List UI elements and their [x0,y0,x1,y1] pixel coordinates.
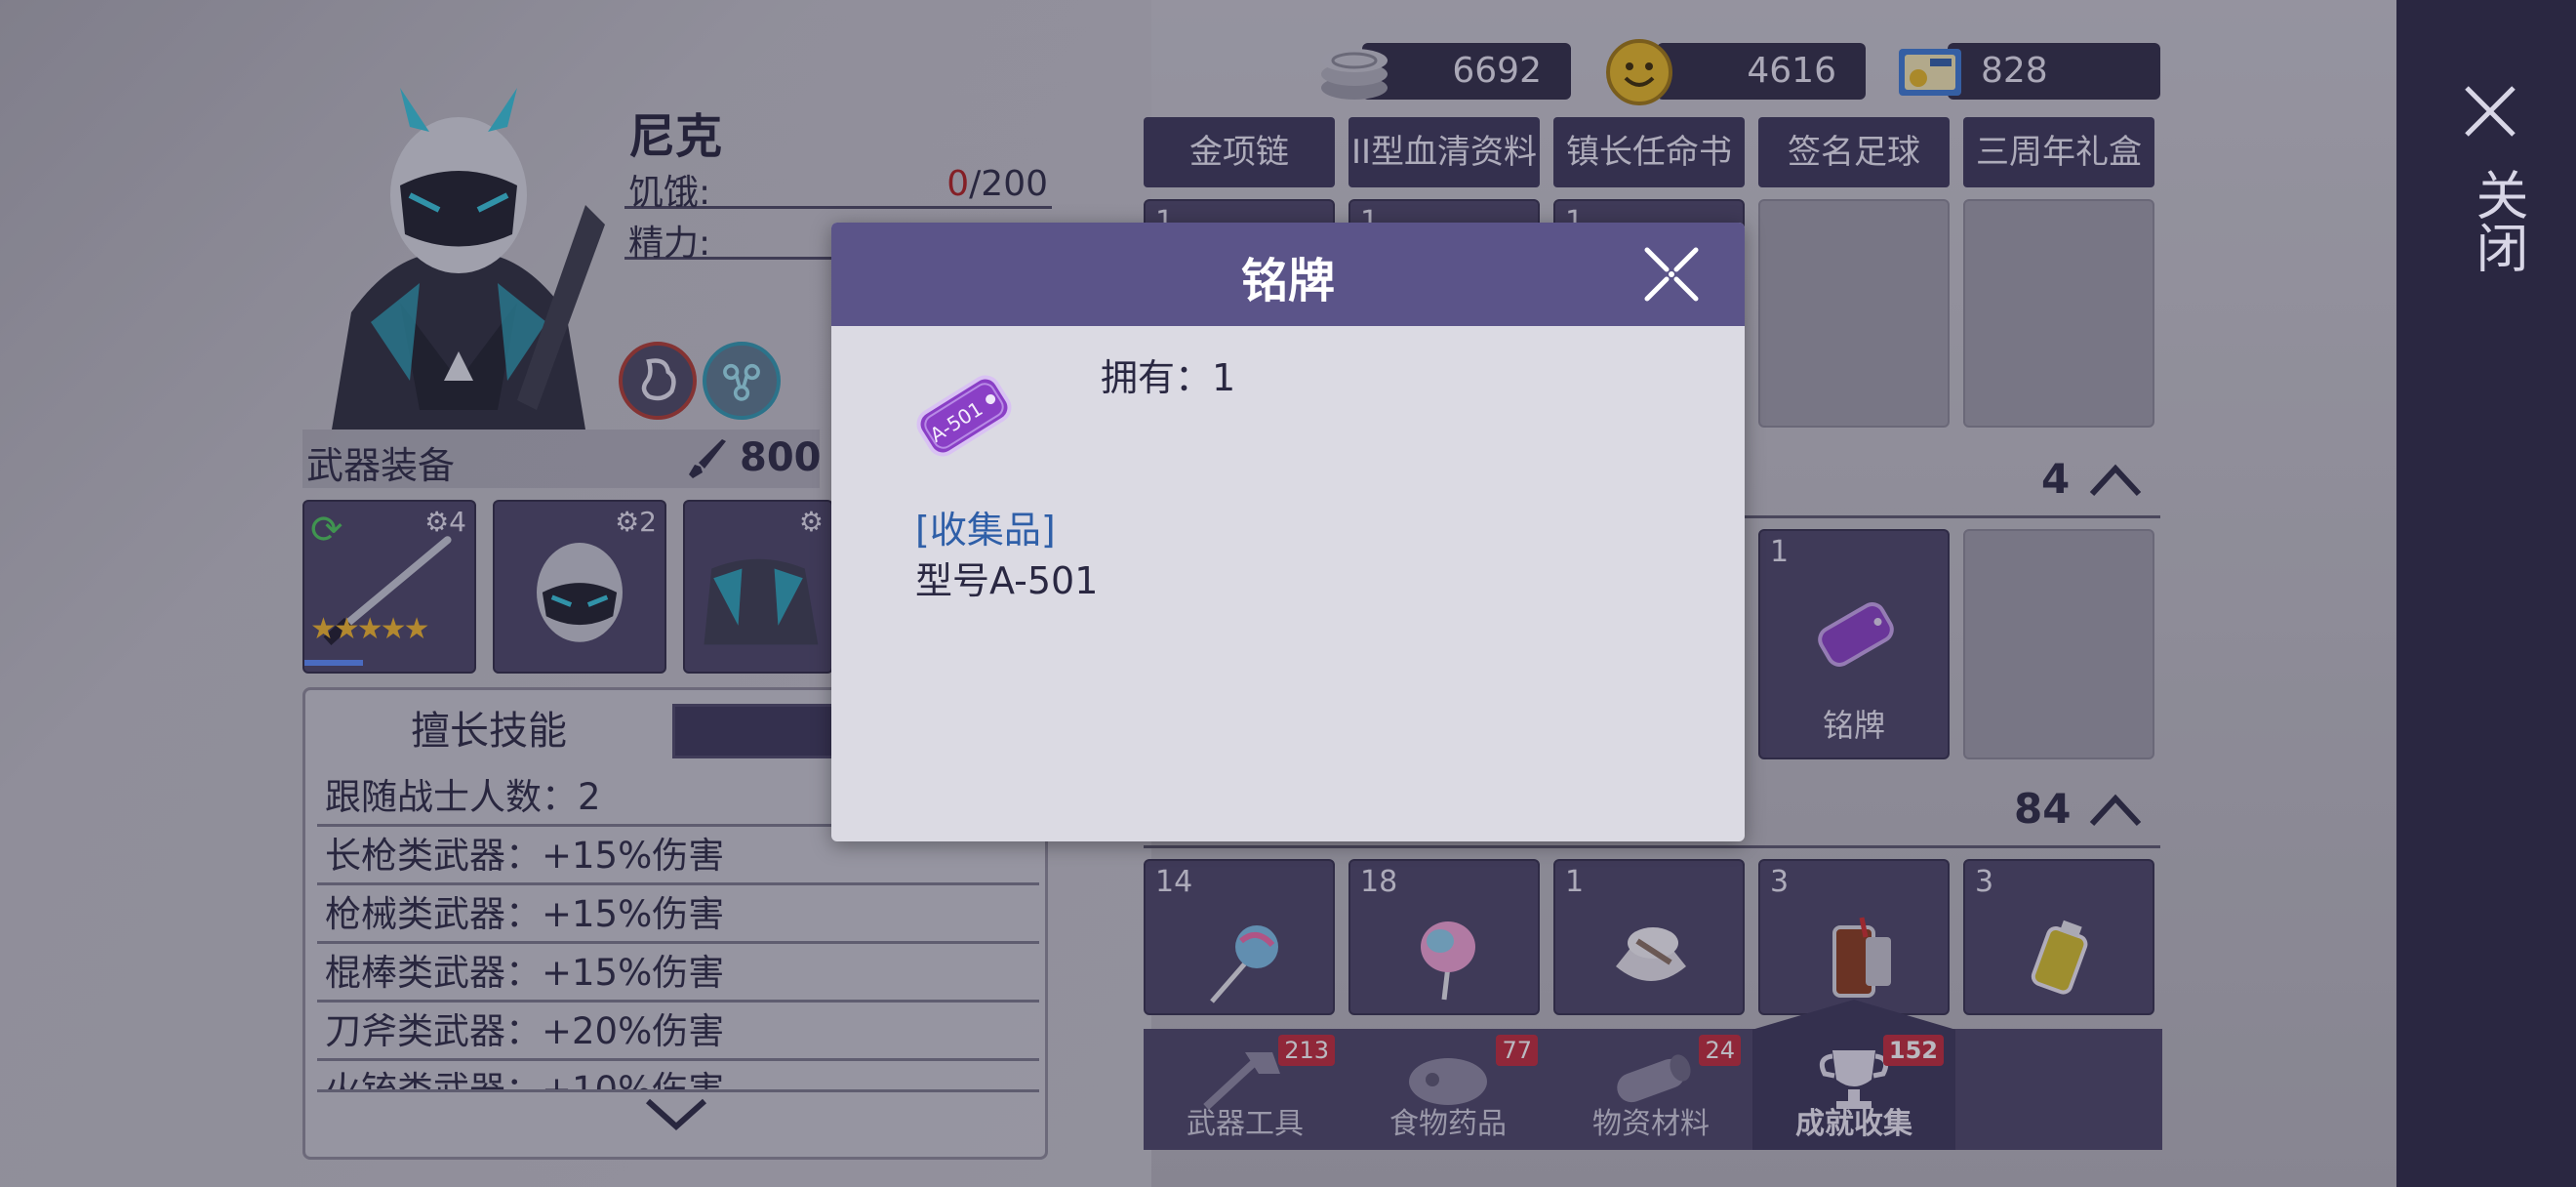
dialog-close-icon[interactable] [1641,244,1702,305]
owned-count: 拥有：1 [1101,356,1236,399]
dialog-title: 铭牌 [1240,254,1335,308]
item-category: [收集品] [915,509,1056,552]
nameplate-tag-icon: A-501 [916,375,1012,457]
close-icon[interactable] [2461,82,2519,141]
close-sidebar[interactable]: 关闭 [2396,0,2576,1187]
item-description: 型号A-501 [915,559,1099,602]
item-detail-dialog: 铭牌 A-501 拥有：1 [收集品] 型号A-501 [831,223,1745,841]
close-label[interactable]: 关闭 [2459,168,2536,273]
